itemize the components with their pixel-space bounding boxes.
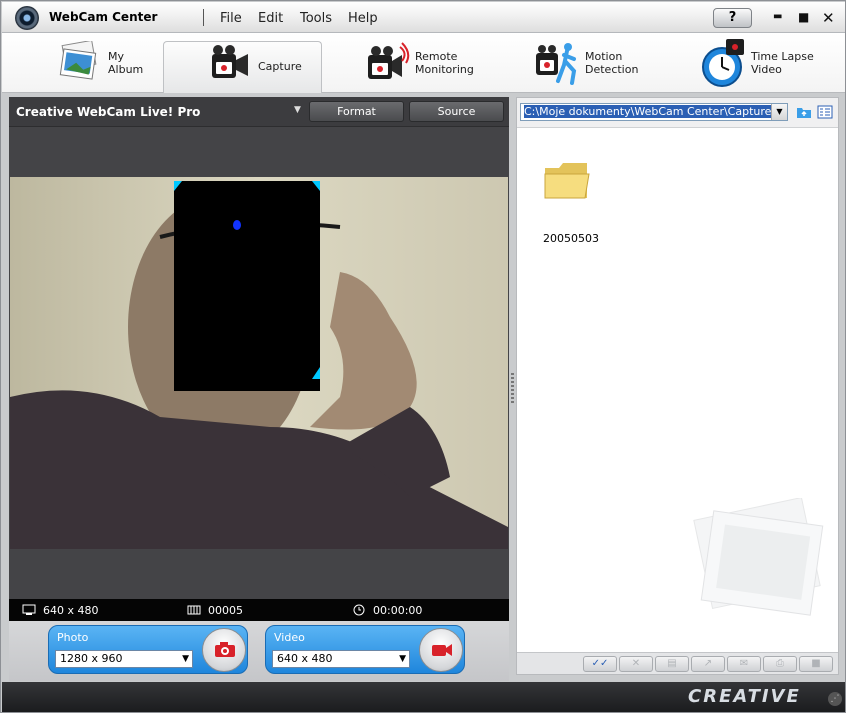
clock-icon bbox=[353, 604, 365, 616]
camera-dropdown-arrow[interactable]: ▼ bbox=[294, 105, 301, 115]
folder-up-icon[interactable] bbox=[796, 105, 812, 119]
move-button[interactable]: ↗ bbox=[691, 656, 725, 672]
remote-camera-icon bbox=[368, 42, 410, 79]
title-separator bbox=[203, 9, 204, 26]
tab-remote-line1: Remote bbox=[415, 50, 458, 63]
capture-status-bar: 640 x 480 00005 00:00:00 bbox=[9, 599, 509, 621]
chevron-down-icon: ▼ bbox=[399, 654, 406, 664]
tab-time-lapse-line1: Time Lapse bbox=[751, 50, 814, 63]
tab-remote-line2: Monitoring bbox=[415, 63, 474, 76]
mode-tab-bar: My Album Capture Remote Monitoring Motio… bbox=[2, 33, 845, 93]
maximize-button[interactable]: ■ bbox=[798, 10, 809, 24]
menu-tools[interactable]: Tools bbox=[300, 11, 332, 26]
camera-name[interactable]: Creative WebCam Live! Pro bbox=[16, 105, 200, 119]
stopwatch-icon bbox=[702, 39, 744, 87]
app-window: WebCam Center File Edit Tools Help ? ▬ ■… bbox=[0, 0, 846, 713]
footer-bar: CREATIVE ⋰ bbox=[2, 682, 845, 712]
camera-icon bbox=[215, 642, 235, 657]
preview-image bbox=[10, 177, 508, 549]
folder-name: 20050503 bbox=[543, 232, 599, 245]
tab-motion-line1: Motion bbox=[585, 50, 623, 63]
video-tool-button[interactable]: ■ bbox=[799, 656, 833, 672]
select-all-button[interactable]: ✓✓ bbox=[583, 656, 617, 672]
tab-my-album-line1: My bbox=[108, 50, 125, 63]
menu-edit[interactable]: Edit bbox=[258, 11, 283, 26]
tab-motion-line2: Detection bbox=[585, 63, 639, 76]
source-button[interactable]: Source bbox=[409, 101, 504, 122]
record-camera-icon bbox=[432, 644, 452, 656]
tab-capture-label: Capture bbox=[258, 60, 302, 73]
print-button[interactable]: ⎙ bbox=[763, 656, 797, 672]
tab-remote-monitoring[interactable]: Remote Monitoring bbox=[352, 33, 482, 92]
tab-my-album-line2: Album bbox=[108, 63, 144, 76]
panel-splitter[interactable] bbox=[511, 373, 514, 403]
photo-label: Photo bbox=[57, 631, 89, 644]
path-value: C:\Moje dokumenty\WebCam Center\Capture bbox=[524, 105, 772, 118]
path-combobox[interactable]: C:\Moje dokumenty\WebCam Center\Capture bbox=[520, 103, 788, 121]
help-button[interactable]: ? bbox=[713, 8, 752, 28]
email-button[interactable]: ✉ bbox=[727, 656, 761, 672]
chevron-down-icon: ▼ bbox=[182, 654, 189, 664]
path-bar: C:\Moje dokumenty\WebCam Center\Capture … bbox=[517, 98, 838, 128]
folder-icon bbox=[544, 163, 590, 199]
tab-time-lapse-video[interactable]: Time Lapse Video bbox=[692, 33, 832, 92]
motion-camera-icon bbox=[536, 43, 577, 85]
menu-help[interactable]: Help bbox=[348, 11, 378, 26]
video-label: Video bbox=[274, 631, 305, 644]
photo-size-value: 1280 x 960 bbox=[60, 652, 123, 665]
video-capture-box: Video 640 x 480 ▼ bbox=[265, 625, 465, 674]
video-size-select[interactable]: 640 x 480 ▼ bbox=[272, 650, 410, 668]
app-title: WebCam Center bbox=[49, 10, 158, 24]
capture-controls: Photo 1280 x 960 ▼ Video 640 x 480 ▼ bbox=[9, 621, 509, 681]
capture-panel: Creative WebCam Live! Pro ▼ Format Sourc… bbox=[9, 97, 509, 681]
minimize-button[interactable]: ▬ bbox=[773, 11, 782, 22]
resolution-icon bbox=[22, 604, 36, 615]
photo-capture-box: Photo 1280 x 960 ▼ bbox=[48, 625, 248, 674]
title-bar: WebCam Center File Edit Tools Help ? ▬ ■… bbox=[2, 2, 845, 33]
tab-motion-detection[interactable]: Motion Detection bbox=[522, 33, 652, 92]
file-toolbar: ✓✓ ✕ ▤ ↗ ✉ ⎙ ■ bbox=[517, 652, 838, 674]
close-button[interactable]: ✕ bbox=[822, 9, 835, 27]
elapsed-time: 00:00:00 bbox=[373, 604, 423, 617]
photo-album-icon bbox=[59, 41, 97, 80]
video-camera-icon bbox=[212, 45, 248, 78]
chevron-down-icon[interactable]: ▼ bbox=[771, 104, 787, 120]
format-button[interactable]: Format bbox=[309, 101, 404, 122]
view-list-icon[interactable] bbox=[817, 105, 833, 119]
resolution-value: 640 x 480 bbox=[43, 604, 99, 617]
file-browser-panel: C:\Moje dokumenty\WebCam Center\Capture … bbox=[516, 97, 839, 675]
resize-grip-icon[interactable]: ⋰ bbox=[828, 692, 842, 706]
webcam-icon bbox=[15, 6, 39, 30]
photos-watermark-icon bbox=[693, 498, 824, 616]
video-size-value: 640 x 480 bbox=[277, 652, 333, 665]
photo-size-select[interactable]: 1280 x 960 ▼ bbox=[55, 650, 193, 668]
frame-counter-icon bbox=[187, 605, 201, 615]
camera-header: Creative WebCam Live! Pro ▼ Format Sourc… bbox=[9, 97, 509, 127]
frame-count: 00005 bbox=[208, 604, 243, 617]
take-photo-button[interactable] bbox=[202, 628, 246, 672]
list-item[interactable]: 20050503 bbox=[543, 158, 603, 245]
record-video-button[interactable] bbox=[419, 628, 463, 672]
tab-capture[interactable]: Capture bbox=[163, 41, 322, 93]
copy-button[interactable]: ▤ bbox=[655, 656, 689, 672]
tab-my-album[interactable]: My Album bbox=[42, 33, 162, 92]
delete-button[interactable]: ✕ bbox=[619, 656, 653, 672]
camera-preview bbox=[10, 177, 508, 549]
tab-time-lapse-line2: Video bbox=[751, 63, 782, 76]
creative-logo: CREATIVE bbox=[688, 686, 801, 707]
menu-file[interactable]: File bbox=[220, 11, 242, 26]
